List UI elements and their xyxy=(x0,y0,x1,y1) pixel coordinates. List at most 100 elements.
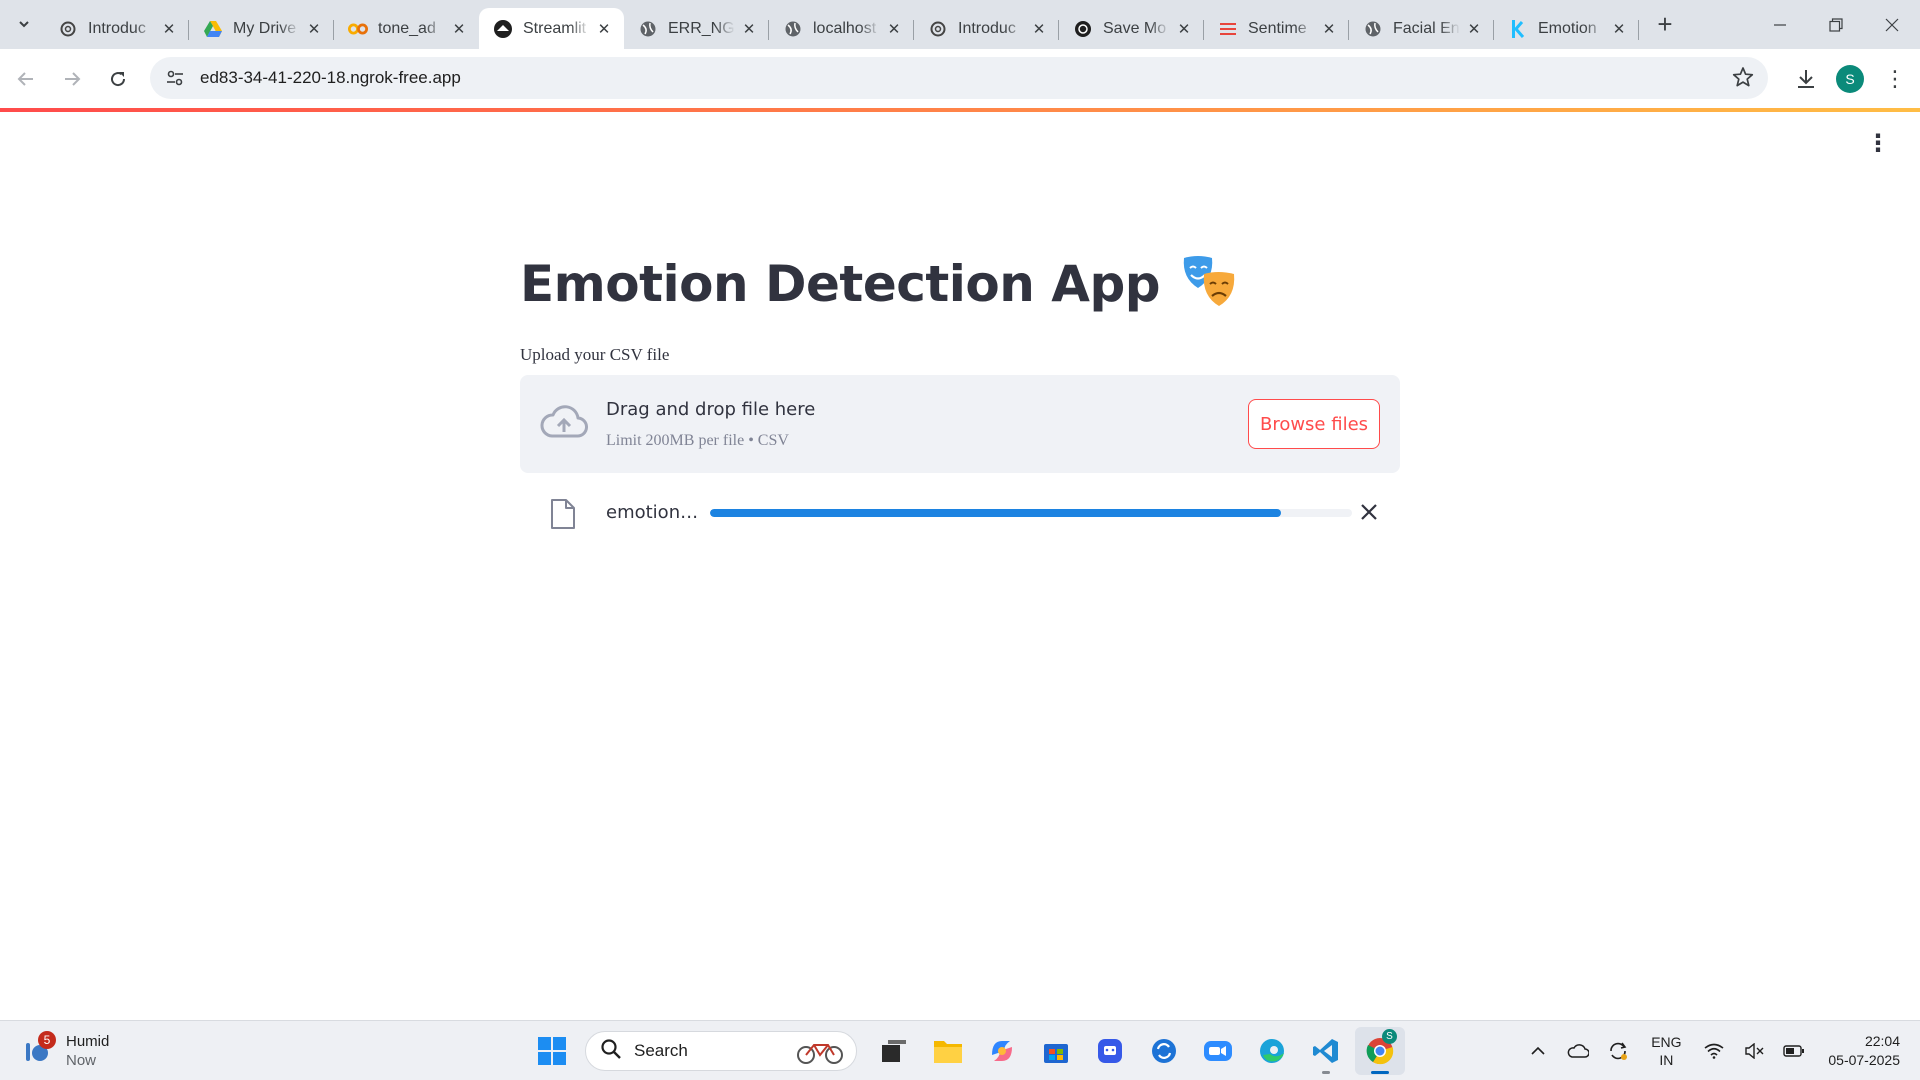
site-settings-icon[interactable] xyxy=(164,67,186,89)
browser-tab[interactable]: ERR_NGI ✕ xyxy=(624,8,769,49)
tab-close-icon[interactable]: ✕ xyxy=(1319,19,1339,39)
tab-label: tone_ad xyxy=(378,19,436,37)
page-title: Emotion Detection App xyxy=(520,254,1240,314)
restore-icon[interactable] xyxy=(1808,0,1864,49)
window-close-icon[interactable] xyxy=(1864,0,1920,49)
browser-tab[interactable]: Facial En ✕ xyxy=(1349,8,1494,49)
tab-close-icon[interactable]: ✕ xyxy=(1174,19,1194,39)
browser-tab-active[interactable]: Streamlit ✕ xyxy=(479,8,624,49)
openai-icon xyxy=(1073,19,1093,39)
menu-lines-icon xyxy=(1218,19,1238,39)
page-title-text: Emotion Detection App xyxy=(520,255,1161,313)
uploaded-file-name: emotion… xyxy=(606,502,699,523)
performing-arts-masks-icon xyxy=(1180,254,1240,314)
language-indicator[interactable]: ENG IN xyxy=(1638,1033,1694,1069)
chrome-icon[interactable]: S xyxy=(1355,1027,1405,1075)
battery-icon[interactable] xyxy=(1774,1031,1814,1071)
start-windows-icon[interactable] xyxy=(527,1027,577,1075)
remove-file-close-icon[interactable] xyxy=(1355,498,1383,526)
file-explorer-icon[interactable] xyxy=(923,1027,973,1075)
browser-tab[interactable]: Save Mo ✕ xyxy=(1059,8,1204,49)
browse-files-button[interactable]: Browse files xyxy=(1248,399,1380,449)
colab-icon xyxy=(348,19,368,39)
tab-search-chevron-icon[interactable] xyxy=(8,8,40,40)
onedrive-cloud-icon[interactable] xyxy=(1558,1031,1598,1071)
copilot-icon[interactable] xyxy=(977,1027,1027,1075)
tab-close-icon[interactable]: ✕ xyxy=(1609,19,1629,39)
wifi-icon[interactable] xyxy=(1694,1031,1734,1071)
search-icon xyxy=(600,1038,622,1065)
tab-close-icon[interactable]: ✕ xyxy=(1029,19,1049,39)
weather-badge: 5 xyxy=(38,1031,56,1049)
minimize-icon[interactable] xyxy=(1752,0,1808,49)
globe-icon xyxy=(783,19,803,39)
browser-toolbar: ed83-34-41-220-18.ngrok-free.app S ⋮ xyxy=(0,49,1920,108)
weather-widget[interactable]: 5 Humid Now xyxy=(20,1029,109,1073)
zoom-icon[interactable] xyxy=(1193,1027,1243,1075)
tab-label: Save Mo xyxy=(1103,19,1167,37)
globe-icon xyxy=(638,19,658,39)
weather-subtitle: Now xyxy=(66,1052,97,1069)
bookmark-star-icon[interactable] xyxy=(1732,66,1754,94)
window-controls xyxy=(1752,0,1920,49)
browser-tab-strip: Introduc ✕ My Drive ✕ tone_ad ✕ Streamli… xyxy=(0,0,1920,49)
dropzone-title: Drag and drop file here xyxy=(606,399,816,420)
google-drive-icon xyxy=(203,19,223,39)
chrome-profile-badge: S xyxy=(1382,1029,1397,1044)
profile-avatar[interactable]: S xyxy=(1836,64,1864,93)
tab-label: ERR_NGI xyxy=(668,19,735,37)
tab-label: My Drive xyxy=(233,19,297,37)
tab-close-icon[interactable]: ✕ xyxy=(739,19,759,39)
chat-app-icon[interactable] xyxy=(1085,1027,1135,1075)
back-arrow-icon[interactable] xyxy=(6,59,46,99)
openai-icon xyxy=(928,19,948,39)
update-sync-icon[interactable] xyxy=(1598,1031,1638,1071)
dropzone-limit-text: Limit 200MB per file • CSV xyxy=(606,432,789,449)
forward-arrow-icon[interactable] xyxy=(52,59,92,99)
sync-app-icon[interactable] xyxy=(1139,1027,1189,1075)
new-tab-plus-icon[interactable]: + xyxy=(1647,6,1683,42)
openai-icon xyxy=(58,19,78,39)
browser-tab[interactable]: localhost ✕ xyxy=(769,8,914,49)
weather-title: Humid xyxy=(66,1033,110,1050)
tab-close-icon[interactable]: ✕ xyxy=(449,19,469,39)
tab-close-icon[interactable]: ✕ xyxy=(594,19,614,39)
tab-close-icon[interactable]: ✕ xyxy=(159,19,179,39)
tab-label: Streamlit xyxy=(523,19,587,37)
reload-icon[interactable] xyxy=(98,59,138,99)
system-clock[interactable]: 22:04 05-07-2025 xyxy=(1828,1032,1900,1070)
download-icon[interactable] xyxy=(1786,59,1826,99)
uploaded-file-row: emotion… xyxy=(520,490,1400,534)
browser-tab[interactable]: Emotion ✕ xyxy=(1494,8,1639,49)
language-primary: ENG xyxy=(1651,1034,1682,1050)
volume-muted-icon[interactable] xyxy=(1734,1031,1774,1071)
browser-tab[interactable]: My Drive ✕ xyxy=(189,8,334,49)
vscode-icon[interactable] xyxy=(1301,1027,1351,1075)
cloud-upload-icon xyxy=(540,402,588,442)
address-bar[interactable]: ed83-34-41-220-18.ngrok-free.app xyxy=(150,57,1768,99)
tab-close-icon[interactable]: ✕ xyxy=(304,19,324,39)
browser-tab[interactable]: Sentime ✕ xyxy=(1204,8,1349,49)
tab-close-icon[interactable]: ✕ xyxy=(1464,19,1484,39)
kaggle-icon xyxy=(1508,19,1528,39)
taskbar-search-box[interactable]: Search xyxy=(585,1031,857,1071)
taskbar-search-placeholder: Search xyxy=(634,1041,688,1060)
app-decoration-bar xyxy=(0,108,1920,112)
browser-tab[interactable]: Introduc ✕ xyxy=(914,8,1059,49)
tab-label: Facial En xyxy=(1393,19,1460,37)
tab-close-icon[interactable]: ✕ xyxy=(884,19,904,39)
browser-menu-icon[interactable]: ⋮ xyxy=(1880,59,1910,99)
system-tray: ENG IN 22:04 05-07-2025 xyxy=(1518,1021,1920,1080)
streamlit-icon xyxy=(493,19,513,39)
file-dropzone[interactable]: Drag and drop file here Limit 200MB per … xyxy=(520,375,1400,473)
clock-time: 22:04 xyxy=(1864,1033,1900,1049)
url-text[interactable]: ed83-34-41-220-18.ngrok-free.app xyxy=(200,68,461,88)
edge-browser-icon[interactable] xyxy=(1247,1027,1297,1075)
browser-tab[interactable]: tone_ad ✕ xyxy=(334,8,479,49)
app-main-menu-icon[interactable]: ⋮ xyxy=(1866,132,1890,156)
microsoft-store-icon[interactable] xyxy=(1031,1027,1081,1075)
show-hidden-icons-chevron-icon[interactable] xyxy=(1518,1031,1558,1071)
weather-icon: 5 xyxy=(20,1031,56,1069)
browser-tab[interactable]: Introduc ✕ xyxy=(44,8,189,49)
task-view-icon[interactable] xyxy=(869,1027,919,1075)
